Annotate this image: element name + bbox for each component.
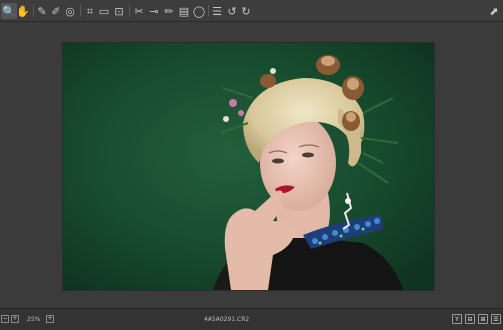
toolbar: 🔍 ✋ ✎ ✐ ◎ ⌗ ▭ ⊡ ✂ ⊸ ✏ ▤ ◯ ☰ ↺ ↻ ⬈	[0, 0, 503, 22]
spot-removal-icon[interactable]: ✂	[131, 3, 147, 19]
toolbar-divider	[80, 5, 81, 17]
zoom-menu-button[interactable]: +	[46, 315, 54, 323]
graduated-filter-icon[interactable]: ▤	[176, 3, 192, 19]
photo-preview[interactable]	[63, 43, 434, 290]
status-bar: − + 25% + 4A5A0291.CR2 Y ⊟ ⊞ ☰	[0, 308, 503, 330]
preview-area	[0, 23, 503, 307]
rotate-right-icon[interactable]: ↻	[238, 3, 254, 19]
red-eye-icon[interactable]: ⊸	[146, 3, 162, 19]
transform-icon[interactable]: ⊡	[111, 3, 127, 19]
filename: 4A5A0291.CR2	[204, 316, 250, 323]
straighten-icon[interactable]: ▭	[96, 3, 112, 19]
zoom-in-button[interactable]: +	[11, 315, 19, 323]
zoom-out-button[interactable]: −	[1, 315, 9, 323]
radial-filter-icon[interactable]: ◯	[191, 3, 207, 19]
hand-icon[interactable]: ✋	[15, 3, 31, 19]
portrait-image	[63, 43, 434, 290]
fullscreen-icon[interactable]: ⬈	[486, 3, 502, 19]
view-mode-grid-button[interactable]: ⊞	[478, 314, 488, 324]
targeted-adjustment-icon[interactable]: ◎	[62, 3, 78, 19]
before-after-toggle[interactable]: Y	[452, 314, 462, 324]
toolbar-divider	[129, 5, 130, 17]
view-mode-split-button[interactable]: ⊟	[465, 314, 475, 324]
preferences-icon[interactable]: ☰	[209, 3, 225, 19]
adjustment-brush-icon[interactable]: ✏	[161, 3, 177, 19]
zoom-level: 25%	[27, 316, 41, 323]
view-menu-button[interactable]: ☰	[491, 314, 501, 324]
